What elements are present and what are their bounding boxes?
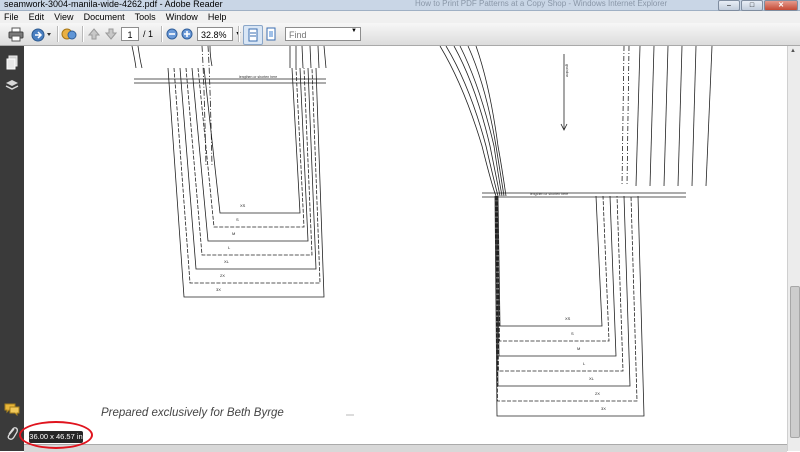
size-label: L bbox=[228, 245, 231, 250]
previous-page-button[interactable] bbox=[86, 25, 102, 43]
minimize-button[interactable]: ‒ bbox=[718, 0, 740, 11]
size-label: M bbox=[577, 346, 580, 351]
zoom-select[interactable]: 32.8% ▼ bbox=[197, 25, 242, 43]
comments-icon bbox=[4, 403, 20, 416]
size-label: XS bbox=[240, 203, 246, 208]
menu-bar: File Edit View Document Tools Window Hel… bbox=[0, 11, 800, 23]
title-bar: seamwork-3004-manila-wide-4262.pdf - Ado… bbox=[0, 0, 800, 11]
size-outline bbox=[191, 67, 309, 242]
right-pattern-piece bbox=[439, 46, 713, 198]
menu-file[interactable]: File bbox=[0, 11, 22, 23]
arrow-up-icon bbox=[88, 28, 100, 40]
size-label: XL bbox=[589, 376, 595, 381]
toolbar-separator bbox=[57, 26, 59, 42]
document-view[interactable]: lengthen or shorten here XS S M L XL 2X 3X g bbox=[24, 46, 787, 444]
maximize-button[interactable]: □ bbox=[741, 0, 763, 11]
menu-edit[interactable]: Edit bbox=[25, 11, 48, 23]
size-label: M bbox=[232, 231, 235, 236]
toolbar-separator bbox=[161, 26, 163, 42]
zoom-level[interactable]: 32.8% bbox=[197, 27, 233, 41]
size-label: S bbox=[571, 331, 574, 336]
left-pattern-piece bbox=[131, 46, 327, 167]
toolbar-separator bbox=[238, 26, 240, 42]
comments-panel-button[interactable] bbox=[3, 400, 21, 418]
scroll-up-icon[interactable]: ▲ bbox=[790, 48, 796, 54]
paperclip-icon bbox=[7, 427, 18, 440]
page-number-group: 1 / 1 bbox=[121, 25, 153, 43]
size-outline bbox=[197, 67, 305, 228]
size-outline bbox=[497, 195, 603, 327]
chevron-down-icon: ▼ bbox=[351, 28, 357, 34]
menu-tools[interactable]: Tools bbox=[131, 11, 159, 23]
zoom-in-button[interactable] bbox=[180, 25, 194, 43]
layers-icon bbox=[5, 80, 19, 90]
navigation-pane bbox=[0, 46, 24, 451]
size-outline bbox=[495, 195, 638, 402]
next-page-button[interactable] bbox=[103, 25, 119, 43]
pages-icon bbox=[6, 55, 18, 69]
layers-panel-button[interactable] bbox=[3, 76, 21, 94]
pattern-page: lengthen or shorten here XSSMLXL2X3X gra… bbox=[131, 46, 713, 417]
menu-document[interactable]: Document bbox=[80, 11, 128, 23]
size-outline bbox=[167, 67, 325, 298]
collaborate-icon bbox=[61, 28, 77, 39]
size-outline bbox=[495, 195, 631, 387]
size-label: 2X bbox=[595, 391, 600, 396]
menu-help[interactable]: Help bbox=[204, 11, 230, 23]
export-icon bbox=[31, 28, 51, 41]
size-outline bbox=[203, 67, 301, 214]
size-label: XL bbox=[224, 259, 230, 264]
menu-window[interactable]: Window bbox=[162, 11, 201, 23]
menu-view[interactable]: View bbox=[50, 11, 76, 23]
right-size-lines bbox=[494, 195, 645, 417]
size-label: 3X bbox=[216, 287, 221, 292]
scroll-mode-icon bbox=[248, 28, 258, 42]
vertical-scrollbar[interactable]: ▲ bbox=[787, 46, 800, 451]
fit-page-icon bbox=[266, 27, 276, 41]
fit-page-button[interactable] bbox=[262, 25, 280, 43]
lengthen-label-right: lengthen or shorten here bbox=[530, 192, 568, 196]
left-size-lines bbox=[167, 67, 325, 298]
size-label: L bbox=[583, 361, 586, 366]
annotation-circle bbox=[19, 421, 93, 449]
size-outline bbox=[496, 195, 617, 357]
arrow-down-icon bbox=[105, 28, 117, 40]
page-number-input[interactable]: 1 bbox=[121, 27, 139, 41]
background-window-title: How to Print PDF Patterns at a Copy Shop… bbox=[415, 0, 668, 8]
zoom-in-icon bbox=[181, 28, 193, 40]
right-size-labels: XS S M L XL 2X 3X bbox=[565, 316, 606, 411]
window-title: seamwork-3004-manila-wide-4262.pdf - Ado… bbox=[4, 0, 223, 9]
pages-panel-button[interactable] bbox=[3, 53, 21, 71]
grainline-label: grainline bbox=[565, 64, 569, 77]
toolbar-separator bbox=[82, 26, 84, 42]
find-box[interactable]: Find ▼ bbox=[285, 25, 361, 43]
printer-icon bbox=[8, 27, 24, 41]
find-input[interactable]: Find bbox=[285, 27, 361, 41]
zoom-out-icon bbox=[166, 28, 178, 40]
close-button[interactable]: ✕ bbox=[764, 0, 798, 11]
size-outline bbox=[497, 195, 610, 342]
scrollbar-thumb[interactable] bbox=[790, 286, 800, 438]
size-label: XS bbox=[565, 316, 571, 321]
size-label: 3X bbox=[601, 406, 606, 411]
left-size-labels: XS S M L XL 2X 3X bbox=[216, 203, 246, 292]
zoom-out-button[interactable] bbox=[165, 25, 179, 43]
scroll-mode-button[interactable] bbox=[243, 25, 263, 45]
page-total: / 1 bbox=[143, 29, 154, 39]
size-label: 2X bbox=[220, 273, 225, 278]
lengthen-label-left: lengthen or shorten here bbox=[239, 75, 277, 79]
size-outline bbox=[496, 195, 624, 372]
prepared-for-text: Prepared exclusively for Beth Byrge bbox=[101, 407, 284, 419]
export-button[interactable] bbox=[29, 25, 55, 43]
size-outline bbox=[494, 195, 645, 417]
collaborate-button[interactable] bbox=[60, 25, 78, 43]
window-controls: ‒ □ ✕ bbox=[717, 0, 798, 11]
print-button[interactable] bbox=[6, 25, 26, 43]
size-label: S bbox=[236, 217, 239, 222]
toolbar: 1 / 1 32.8% ▼ Find ▼ bbox=[0, 23, 800, 46]
